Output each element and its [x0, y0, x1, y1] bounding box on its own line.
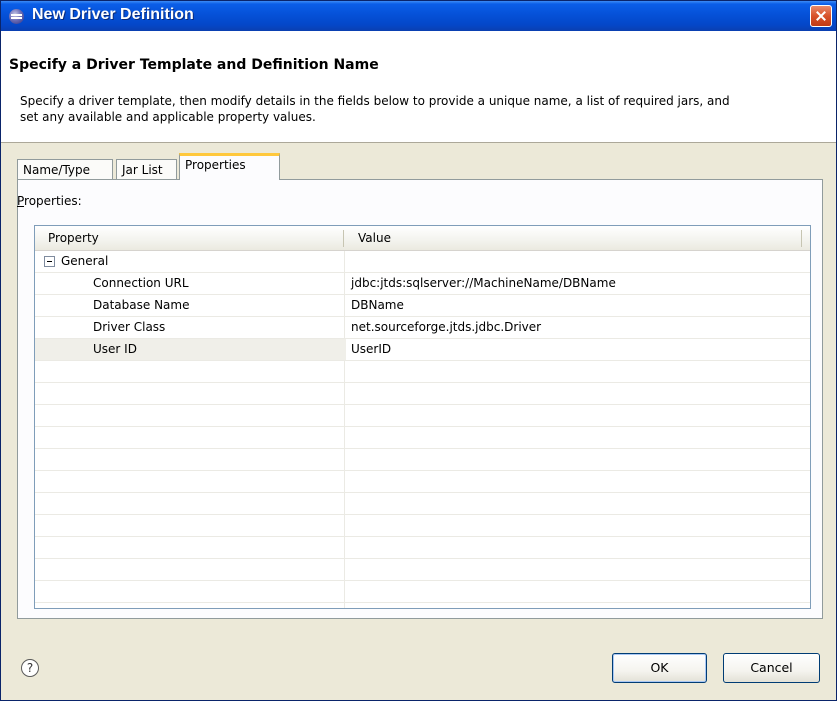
close-icon[interactable]	[810, 5, 832, 27]
property-name: Driver Class	[93, 320, 166, 334]
dialog-header: Specify a Driver Template and Definition…	[1, 31, 836, 143]
properties-label: Properties:	[17, 194, 82, 208]
collapse-toggle-icon[interactable]	[44, 256, 55, 267]
column-header-value[interactable]: Value	[358, 231, 391, 245]
table-header: Property Value	[35, 226, 810, 251]
window-title: New Driver Definition	[32, 6, 194, 23]
table-row[interactable]: Driver Class net.sourceforge.jtds.jdbc.D…	[35, 317, 810, 339]
tree-group-general[interactable]: General	[35, 251, 810, 273]
empty-row	[35, 405, 810, 427]
group-label: General	[61, 254, 109, 268]
tab-name-type[interactable]: Name/Type	[17, 159, 113, 179]
empty-row	[35, 449, 810, 471]
empty-row	[35, 427, 810, 449]
new-driver-definition-dialog: New Driver Definition Specify a Driver T…	[0, 0, 837, 701]
properties-label-text: roperties:	[24, 194, 82, 208]
property-value[interactable]: net.sourceforge.jtds.jdbc.Driver	[351, 320, 541, 334]
property-value[interactable]: DBName	[351, 298, 404, 312]
page-description: Specify a driver template, then modify d…	[20, 94, 730, 124]
empty-row	[35, 537, 810, 559]
properties-label-mnemonic: P	[17, 194, 25, 208]
tab-jar-list[interactable]: Jar List	[116, 159, 177, 179]
title-bar[interactable]: New Driver Definition	[1, 1, 836, 31]
cancel-button[interactable]: Cancel	[723, 653, 820, 683]
column-resize-handle[interactable]	[801, 230, 802, 247]
tab-properties[interactable]: Properties	[179, 153, 280, 180]
help-icon[interactable]: ?	[21, 659, 39, 677]
column-header-property[interactable]: Property	[48, 231, 99, 245]
property-name: Connection URL	[93, 276, 189, 290]
property-value-editor[interactable]: UserID	[351, 342, 391, 356]
eclipse-icon	[9, 9, 24, 24]
property-name: Database Name	[93, 298, 190, 312]
empty-row	[35, 361, 810, 383]
table-row-selected[interactable]: User ID UserID	[35, 339, 810, 361]
property-name: User ID	[93, 342, 137, 356]
column-resize-handle[interactable]	[343, 230, 344, 247]
empty-row	[35, 581, 810, 603]
empty-row	[35, 471, 810, 493]
table-row[interactable]: Database Name DBName	[35, 295, 810, 317]
empty-row	[35, 383, 810, 405]
ok-button[interactable]: OK	[612, 653, 707, 683]
empty-row	[35, 515, 810, 537]
empty-row	[35, 559, 810, 581]
property-value[interactable]: jdbc:jtds:sqlserver://MachineName/DBName	[351, 276, 616, 290]
empty-row	[35, 493, 810, 515]
value-edit-box[interactable]	[345, 339, 810, 360]
properties-table[interactable]: Property Value General Connection URL jd…	[34, 225, 811, 609]
page-title: Specify a Driver Template and Definition…	[9, 57, 379, 73]
table-row[interactable]: Connection URL jdbc:jtds:sqlserver://Mac…	[35, 273, 810, 295]
